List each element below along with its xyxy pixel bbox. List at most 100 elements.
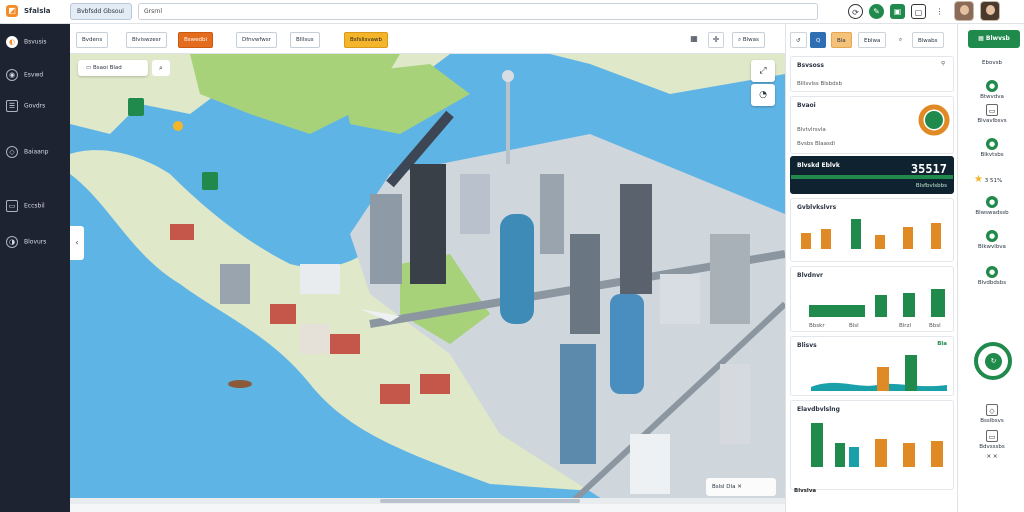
move-icon[interactable]: ✛: [708, 32, 724, 48]
sidebar-item-4[interactable]: ◇ Baiaanp: [6, 146, 66, 158]
seg-bla[interactable]: Bla: [831, 32, 852, 48]
sidebar-item-label: Govdrs: [24, 102, 46, 110]
trend-label: Blsl: [849, 323, 859, 329]
area-card-title: Blisvs: [797, 342, 817, 349]
house: [300, 264, 340, 294]
action-item[interactable]: ▭ Bdvsssbs: [962, 430, 1022, 450]
donut-card-line2: Bvsbs Blaasdl: [797, 141, 835, 147]
sidebar-item-label: Baiaanp: [24, 148, 49, 156]
bar: [905, 355, 917, 391]
chart-icon: ▭: [986, 430, 998, 442]
compass-button[interactable]: ◔: [751, 84, 775, 106]
map-marker[interactable]: [202, 172, 218, 190]
more-icon[interactable]: ⋮: [932, 4, 947, 19]
chevron-left-icon: ‹: [75, 238, 79, 247]
refresh-icon[interactable]: ↻: [985, 353, 1002, 370]
action-item[interactable]: ◇ Bsslbsvs: [962, 404, 1022, 424]
bar: [851, 219, 861, 249]
seg-q[interactable]: Q: [810, 32, 827, 48]
scroll-thumb[interactable]: [380, 499, 580, 503]
action-item[interactable]: Ebovsb: [962, 60, 1022, 66]
tower-mid: [540, 174, 564, 254]
avatar[interactable]: [954, 1, 974, 21]
tower-glass: [500, 214, 534, 324]
progress-ring: ↻: [974, 342, 1012, 380]
bottom-bar-chart: [811, 423, 943, 467]
donut-card: Bvaoi Blvtvlrsvla Bvsbs Blaasdl: [790, 96, 954, 154]
bar: [875, 235, 885, 249]
bar: [903, 227, 913, 249]
close-actions[interactable]: ✕ ✕: [962, 454, 1022, 460]
action-item-label: Bsslbsvs: [980, 418, 1004, 424]
action-item[interactable]: ● Blkvtsbs: [962, 138, 1022, 158]
search-card-sub: Blllsvlss Blsbdsb: [797, 81, 842, 87]
kpi-number: 35517: [910, 162, 947, 176]
sidebar-item-label: Eccsbil: [24, 202, 45, 210]
filter-icon[interactable]: ⚲: [941, 61, 945, 67]
map-toolbar: Bvdens Blviswzesr Bswedbi Dfnvwfwsr Blll…: [70, 24, 785, 54]
bar: [931, 441, 943, 467]
map-marker[interactable]: [128, 98, 144, 116]
sidebar-item-2[interactable]: ◉ Esvwd: [6, 69, 66, 81]
gear-icon: ◇: [986, 404, 998, 416]
action-item[interactable]: ● Blwswadssb: [962, 196, 1022, 216]
chart-icon: ▦: [978, 35, 986, 42]
map-scrollbar[interactable]: [70, 498, 785, 504]
nav-back-button[interactable]: ↺: [790, 32, 807, 48]
toolbar-button-6[interactable]: Bsfslisvawb: [344, 32, 388, 48]
trend-chart: [809, 289, 945, 317]
seg-eblwa[interactable]: Eblwa: [858, 32, 887, 48]
status-dot-icon: ●: [986, 138, 998, 150]
panel-footer-title: Blvslva: [794, 488, 817, 494]
action-item-label: Blkvtsbs: [980, 152, 1004, 158]
map-footer[interactable]: Bslsl Dla ✕: [706, 478, 776, 496]
toolbar-button-2[interactable]: Blviswzesr: [126, 32, 167, 48]
primary-action-label: Blwvsb: [985, 35, 1010, 42]
sidebar-item-3[interactable]: ☰ Govdrs: [6, 100, 66, 112]
action-item[interactable]: ● Blkwvlbva: [962, 230, 1022, 250]
close-icon: ✕: [737, 484, 742, 490]
tower-front: [560, 344, 596, 464]
search-icon[interactable]: ⌕: [894, 32, 908, 48]
bar: [835, 443, 845, 467]
kpi-bar: [791, 175, 953, 179]
action-item[interactable]: ● Btwvdva: [962, 80, 1022, 100]
action-item[interactable]: ● Blvdbdsbs: [962, 266, 1022, 286]
map-canvas[interactable]: [70, 54, 785, 504]
doc-icon[interactable]: ▣: [890, 4, 905, 19]
sidebar-item-1[interactable]: ◐ Bsvusis: [6, 36, 66, 48]
city-map[interactable]: ▭ Bsaoi Blad ⌕ ⤢ ◔ ‹ Bslsl Dla ✕: [70, 54, 785, 504]
toolbar-button-5[interactable]: Blllsus: [290, 32, 320, 48]
tab-active[interactable]: Bvbfsdd Gbsoui: [70, 3, 132, 20]
sidebar-item-6[interactable]: ◑ Blovurs: [6, 236, 66, 248]
collapse-handle[interactable]: ‹: [70, 226, 84, 260]
bar: [931, 289, 945, 317]
grid-icon[interactable]: ▦: [686, 32, 702, 48]
map-search-button[interactable]: ⌕: [152, 60, 170, 76]
zoom-button[interactable]: ⌕ Blwas: [732, 32, 765, 48]
sidebar-item-5[interactable]: ▭ Eccsbil: [6, 200, 66, 212]
refresh-icon[interactable]: ⟳: [848, 4, 863, 19]
status-dot-icon: ●: [986, 230, 998, 242]
search-input[interactable]: Grsrnl: [138, 3, 818, 20]
dashboard-icon: ◐: [6, 36, 18, 48]
search-card[interactable]: Bsvsoss ⚲ Blllsvlss Blsbdsb: [790, 56, 954, 92]
map-layer-chip[interactable]: ▭ Bsaoi Blad: [78, 60, 148, 76]
toolbar-button-4[interactable]: Dfnvwfwsr: [236, 32, 277, 48]
chat-icon[interactable]: ▢: [911, 4, 926, 19]
toolbar-button-3[interactable]: Bswedbi: [178, 32, 214, 48]
seg-blwabs[interactable]: Blwabs: [912, 32, 944, 48]
expand-button[interactable]: ⤢: [751, 60, 775, 82]
layer-chip-label: Bsaoi Blad: [92, 65, 122, 71]
map-marker[interactable]: [173, 121, 183, 131]
action-item[interactable]: ▭ Blvavlbsvs: [962, 104, 1022, 124]
bar-card-title: Gvblvkslvrs: [797, 204, 837, 211]
plug-icon[interactable]: ✎: [869, 4, 884, 19]
action-item-label: Blwswadssb: [975, 210, 1009, 216]
block-tower-se: [720, 364, 750, 444]
primary-action-button[interactable]: ▦ Blwvsb: [968, 30, 1020, 48]
cloud-icon: ◑: [6, 236, 18, 248]
toolbar-button-1[interactable]: Bvdens: [76, 32, 109, 48]
close-icon: ✕ ✕: [986, 454, 998, 460]
avatar-secondary[interactable]: [980, 1, 1000, 21]
